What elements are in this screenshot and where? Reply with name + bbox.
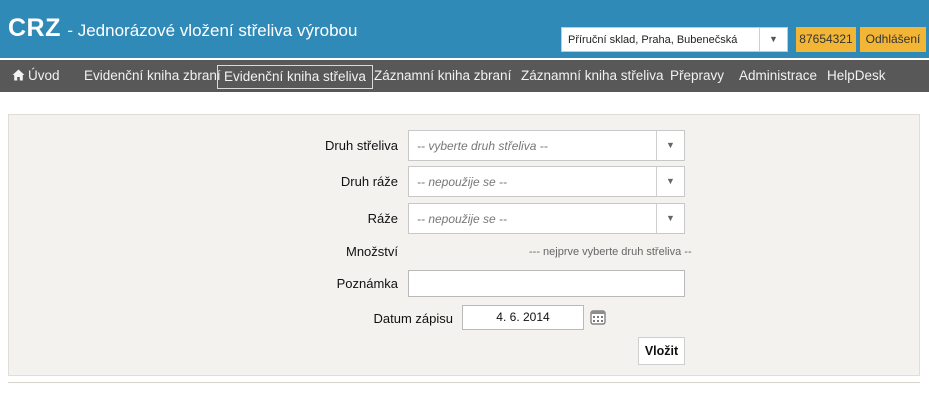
caliber-value: -- nepoužije se -- [417,212,508,226]
page-subtitle: - Jednorázové vložení střeliva výrobou [67,21,358,40]
quantity-label: Množství [345,244,398,259]
chevron-down-icon[interactable]: ▼ [759,28,787,51]
warehouse-select-value: Příruční sklad, Praha, Bubenečská [568,34,738,46]
caliber-label: Ráže [367,211,398,226]
nav-item-zaznamni-kniha-zbrani[interactable]: Záznamní kniha zbraní [368,65,517,89]
main-nav: Úvod Evidenční kniha zbraní Evidenční kn… [0,60,929,92]
ammo-type-label: Druh střeliva [325,138,398,153]
date-label: Datum zápisu [373,311,453,326]
warehouse-select[interactable]: Příruční sklad, Praha, Bubenečská ▼ [561,27,788,52]
nav-item-zaznamni-kniha-streliva[interactable]: Záznamní kniha střeliva [515,65,670,89]
caliber-select[interactable]: -- nepoužije se -- ▼ [408,203,685,234]
calendar-icon[interactable] [590,309,606,325]
nav-item-prepravy[interactable]: Přepravy [664,65,730,89]
caliber-type-value: -- nepoužije se -- [417,175,508,189]
caliber-type-label: Druh ráže [340,174,398,189]
nav-item-administrace[interactable]: Administrace [733,65,823,89]
chevron-down-icon[interactable]: ▼ [656,167,684,196]
user-id-badge[interactable]: 87654321 [796,27,856,52]
ammo-type-select[interactable]: -- vyberte druh střeliva -- ▼ [408,130,685,161]
nav-item-evidencni-kniha-streliva[interactable]: Evidenční kniha střeliva [217,65,373,89]
app-header: CRZ - Jednorázové vložení střeliva výrob… [0,0,929,58]
page-title: CRZ - Jednorázové vložení střeliva výrob… [8,14,357,43]
chevron-down-icon[interactable]: ▼ [656,131,684,160]
ammo-type-value: -- vyberte druh střeliva -- [417,139,548,153]
nav-item-helpdesk[interactable]: HelpDesk [821,65,892,89]
app-logo: CRZ [8,14,61,42]
note-input[interactable] [408,270,685,297]
submit-button[interactable]: Vložit [638,337,685,365]
date-input[interactable]: 4. 6. 2014 [462,305,584,330]
chevron-down-icon[interactable]: ▼ [656,204,684,233]
home-icon [12,69,25,81]
nav-item-uvod[interactable]: Úvod [6,65,66,89]
quantity-hint: --- nejprve vyberte druh střeliva -- [529,246,692,258]
logout-button[interactable]: Odhlášení [860,27,926,52]
nav-item-evidencni-kniha-zbrani[interactable]: Evidenční kniha zbraní [78,65,227,89]
divider [8,382,920,383]
nav-item-label: Úvod [28,68,60,83]
note-label: Poznámka [336,276,398,291]
caliber-type-select[interactable]: -- nepoužije se -- ▼ [408,166,685,197]
